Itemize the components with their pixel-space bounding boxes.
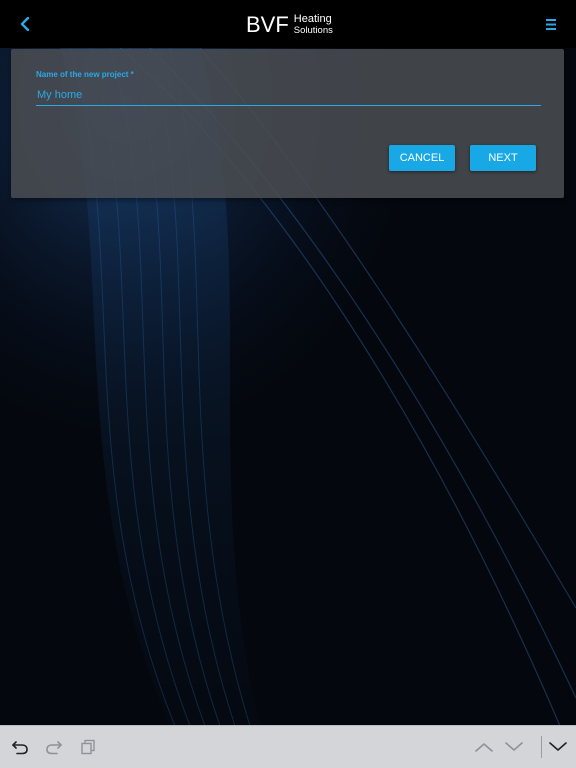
redo-button[interactable] <box>42 735 66 759</box>
logo-mark: BVF <box>246 12 289 37</box>
redo-icon <box>46 741 62 755</box>
logo-text: Heating Solutions <box>294 14 333 36</box>
project-name-label: Name of the new project * <box>36 70 134 79</box>
chevron-left-icon <box>20 17 30 31</box>
chevron-up-icon <box>475 743 493 752</box>
hamburger-menu-icon <box>546 18 556 30</box>
menu-button[interactable] <box>542 14 560 34</box>
paste-button[interactable] <box>76 735 100 759</box>
dismiss-keyboard-button[interactable] <box>546 735 570 759</box>
keyboard-shortcut-bar <box>0 725 576 768</box>
logo-line-2: Solutions <box>293 25 333 37</box>
next-button[interactable]: NEXT <box>470 145 536 171</box>
back-button[interactable] <box>14 12 36 36</box>
top-app-bar: BVF Heating Solutions <box>0 0 576 48</box>
project-name-input[interactable] <box>36 85 541 106</box>
cancel-button[interactable]: CANCEL <box>389 145 455 171</box>
chevron-down-icon <box>505 742 523 751</box>
undo-icon <box>12 741 28 755</box>
next-field-button[interactable] <box>502 735 526 759</box>
paste-icon <box>81 739 95 755</box>
new-project-dialog: Name of the new project * CANCEL NEXT <box>11 49 564 198</box>
keyboard-dismiss-icon <box>549 742 567 751</box>
logo-line-1: Heating <box>293 13 332 26</box>
brand-logo: BVF Heating Solutions <box>246 12 333 38</box>
previous-field-button[interactable] <box>472 735 496 759</box>
toolbar-divider <box>541 736 542 758</box>
undo-button[interactable] <box>8 735 32 759</box>
